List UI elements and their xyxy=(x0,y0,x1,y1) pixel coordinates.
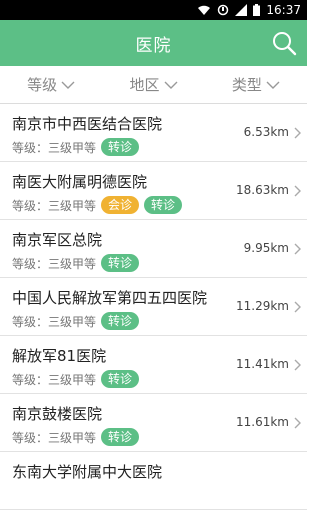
filter-type[interactable]: 类型 xyxy=(205,66,307,103)
title-bar: 医院 xyxy=(0,20,307,66)
hospital-name: 东南大学附属中大医院 xyxy=(12,463,163,481)
status-bar: 16:37 xyxy=(0,0,307,20)
distance: 6.53km xyxy=(243,125,289,139)
chevron-down-icon xyxy=(61,81,75,89)
list-item[interactable]: 解放军81医院 等级：三级甲等 转诊 11.41km xyxy=(0,336,307,394)
list-item[interactable]: 南京军区总院 等级：三级甲等 转诊 9.95km xyxy=(0,220,307,278)
hospital-name: 南京市中西医结合医院 xyxy=(12,115,163,133)
hospital-list: 南京市中西医结合医院 等级：三级甲等 转诊 6.53km 南医大附属明德医院 等… xyxy=(0,104,307,510)
referral-badge: 转诊 xyxy=(101,254,140,272)
referral-badge: 转诊 xyxy=(144,196,183,214)
distance: 11.41km xyxy=(236,357,289,371)
battery-icon xyxy=(253,4,261,16)
page-title: 医院 xyxy=(135,35,172,56)
hospital-name: 南医大附属明德医院 xyxy=(12,173,148,191)
chevron-right-icon xyxy=(294,127,301,139)
grade-text: 等级：三级甲等 xyxy=(12,140,97,155)
grade-text: 等级：三级甲等 xyxy=(12,314,97,329)
grade-text: 等级：三级甲等 xyxy=(12,430,97,445)
distance: 9.95km xyxy=(243,241,289,255)
distance: 11.61km xyxy=(236,415,289,429)
list-item[interactable]: 南京市中西医结合医院 等级：三级甲等 转诊 6.53km xyxy=(0,104,307,162)
chevron-right-icon xyxy=(294,243,301,255)
chevron-right-icon xyxy=(294,185,301,197)
chevron-down-icon xyxy=(266,81,280,89)
referral-badge: 转诊 xyxy=(101,138,140,156)
filter-bar: 等级 地区 类型 xyxy=(0,66,307,104)
hospital-grade: 等级：三级甲等 转诊 xyxy=(12,428,140,446)
hospital-name: 解放军81医院 xyxy=(12,347,107,365)
chevron-right-icon xyxy=(294,301,301,313)
referral-badge: 转诊 xyxy=(101,370,140,388)
hospital-grade: 等级：三级甲等 转诊 xyxy=(12,370,140,388)
chevron-right-icon xyxy=(294,359,301,371)
distance: 18.63km xyxy=(236,183,289,197)
hospital-name: 南京鼓楼医院 xyxy=(12,405,103,423)
wifi-icon xyxy=(197,5,211,16)
status-time: 16:37 xyxy=(266,3,301,17)
filter-region[interactable]: 地区 xyxy=(102,66,204,103)
list-item[interactable]: 中国人民解放军第四五四医院 等级：三级甲等 转诊 11.29km xyxy=(0,278,307,336)
filter-label: 类型 xyxy=(231,76,262,94)
hospital-grade: 等级：三级甲等 转诊 xyxy=(12,254,140,272)
referral-badge: 转诊 xyxy=(101,312,140,330)
hospital-grade: 等级：三级甲等 转诊 xyxy=(12,138,140,156)
hospital-grade: 等级：三级甲等 转诊 xyxy=(12,312,140,330)
chevron-down-icon xyxy=(164,81,177,89)
filter-label: 等级 xyxy=(27,76,58,94)
list-item[interactable]: 东南大学附属中大医院 xyxy=(0,452,307,510)
grade-text: 等级：三级甲等 xyxy=(12,256,97,271)
grade-text: 等级：三级甲等 xyxy=(12,198,97,213)
grade-text: 等级：三级甲等 xyxy=(12,372,97,387)
referral-badge: 转诊 xyxy=(101,428,140,446)
filter-label: 地区 xyxy=(129,76,160,94)
hospital-name: 中国人民解放军第四五四医院 xyxy=(12,289,208,307)
list-item[interactable]: 南京鼓楼医院 等级：三级甲等 转诊 11.61km xyxy=(0,394,307,452)
consult-badge: 会诊 xyxy=(101,196,140,214)
list-item[interactable]: 南医大附属明德医院 等级：三级甲等 会诊 转诊 18.63km xyxy=(0,162,307,220)
chevron-right-icon xyxy=(294,417,301,429)
filter-grade[interactable]: 等级 xyxy=(0,66,102,103)
search-icon[interactable] xyxy=(271,30,297,56)
distance: 11.29km xyxy=(236,299,289,313)
sync-icon xyxy=(217,4,229,16)
signal-icon xyxy=(235,4,248,16)
hospital-grade: 等级：三级甲等 会诊 转诊 xyxy=(12,196,183,214)
hospital-name: 南京军区总院 xyxy=(12,231,103,249)
